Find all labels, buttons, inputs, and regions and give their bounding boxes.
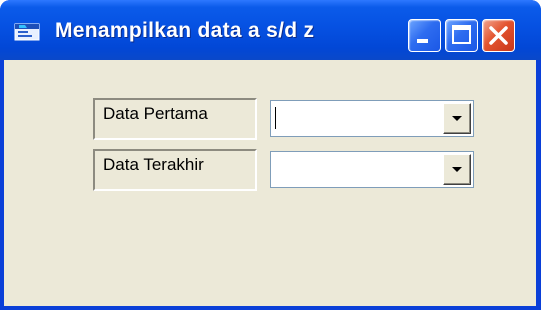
- maximize-icon: [452, 25, 471, 44]
- window-title: Menampilkan data a s/d z: [55, 19, 315, 42]
- last-data-label-box: Data Terakhir: [93, 149, 257, 191]
- minimize-icon: [417, 39, 428, 43]
- close-button[interactable]: [482, 19, 515, 52]
- last-data-dropdown-button[interactable]: [443, 154, 471, 185]
- first-data-label-box: Data Pertama: [93, 98, 257, 140]
- chevron-down-icon: [452, 167, 462, 172]
- form-client-area: Data Pertama Data Terakhir: [4, 60, 536, 306]
- first-data-dropdown-button[interactable]: [443, 103, 471, 134]
- title-bar[interactable]: Menampilkan data a s/d z: [0, 0, 541, 60]
- last-data-label: Data Terakhir: [103, 155, 204, 174]
- chevron-down-icon: [452, 116, 462, 121]
- minimize-button[interactable]: [408, 19, 441, 52]
- close-icon: [489, 26, 508, 45]
- form-icon: [14, 23, 40, 41]
- app-window: Menampilkan data a s/d z Data Pertama Da…: [0, 0, 541, 310]
- last-data-combo[interactable]: [270, 151, 474, 188]
- first-data-combo[interactable]: [270, 100, 474, 137]
- text-cursor: [275, 107, 276, 129]
- maximize-button[interactable]: [445, 19, 478, 52]
- first-data-label: Data Pertama: [103, 104, 208, 123]
